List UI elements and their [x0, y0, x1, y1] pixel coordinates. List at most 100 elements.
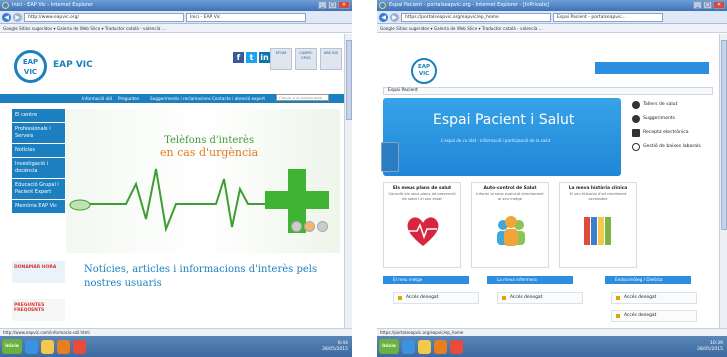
sidebar-item[interactable]: Notícies	[12, 144, 65, 158]
side-link-label: Tallers de salut	[643, 102, 678, 107]
minimize-button[interactable]: _	[318, 1, 327, 9]
key-icon	[398, 296, 402, 300]
slider-pause-button[interactable]	[304, 221, 315, 232]
slider-prev-button[interactable]	[291, 221, 302, 232]
title-bar: Inici - EAP Vic - Internet Explorer _ □ …	[0, 0, 352, 11]
address-bar[interactable]: https://portalseapvic.org/eapvic/ep_home	[401, 12, 551, 22]
back-button[interactable]: ◀	[379, 12, 388, 22]
clock-date: 28/05/2015	[322, 346, 348, 352]
item-label: Accés denegat	[406, 295, 439, 300]
banner-title: Espai Pacient i Salut	[433, 112, 575, 128]
side-link-baixes[interactable]: Gestió de baixes laborals	[631, 140, 717, 154]
card-clinical-history[interactable]: La meva història clínica El seu historia…	[559, 182, 637, 268]
sidebar-nav: El centre Professionals i Serveis Notíci…	[12, 109, 65, 214]
site-logo[interactable]: EAP VIC	[14, 50, 47, 83]
side-link-label: Gestió de baixes laborals	[643, 144, 701, 149]
vertical-scrollbar[interactable]	[344, 34, 352, 328]
faq-promo[interactable]: PREGUNTES FREQÜENTS	[12, 299, 65, 321]
page-viewport: EAP VIC Espai Pacient Espai Pacient i Sa…	[377, 34, 719, 328]
twitter-icon[interactable]: t	[246, 52, 257, 63]
close-button[interactable]: ✕	[338, 1, 350, 9]
binders-icon	[584, 217, 611, 245]
clock-time: 10:39	[710, 340, 723, 346]
vertical-scrollbar[interactable]	[719, 34, 727, 328]
section-my-doctor[interactable]: El meu metge	[383, 276, 469, 284]
menu-item[interactable]: Informació útil	[82, 94, 112, 103]
back-button[interactable]: ◀	[2, 12, 11, 22]
card-title: La meva història clínica	[568, 186, 628, 191]
window-controls: _ □ ✕	[318, 1, 350, 9]
minimize-button[interactable]: _	[693, 1, 702, 9]
card-title: Auto-control de Salut	[483, 186, 537, 191]
start-button[interactable]: Inicio	[379, 339, 399, 354]
slider-next-button[interactable]	[317, 221, 328, 232]
eapvic-browser-window: Inici - EAP Vic - Internet Explorer _ □ …	[0, 0, 352, 357]
address-bar[interactable]: http://www.eapvic.org/	[24, 12, 184, 22]
sidebar-item[interactable]: Professionals i Serveis	[12, 123, 65, 144]
slider-controls	[291, 221, 328, 232]
news-heading: Notícies, articles i informacions d'inte…	[84, 264, 318, 289]
forward-button[interactable]: ▶	[13, 12, 22, 22]
hero-title: Telèfons d'interès en cas d'urgència	[160, 135, 258, 159]
sidebar-item[interactable]: Educació Grupal i Pacient Expert	[12, 179, 65, 200]
chat-icon	[632, 115, 640, 123]
favorites-bar[interactable]: Google Sitios sugeridos ▾ Galería de Web…	[0, 24, 352, 33]
section-my-nurse[interactable]: La meva infermera	[487, 276, 573, 284]
start-button[interactable]: Inicio	[2, 339, 22, 354]
section-endocrinologist[interactable]: Endocrinòleg / Dietista	[605, 276, 691, 284]
breadcrumb[interactable]: Espai Pacient	[383, 87, 713, 95]
window-controls: _ □ ✕	[693, 1, 725, 9]
sidebar-item[interactable]: Investigació i docència	[12, 158, 65, 179]
maximize-button[interactable]: □	[328, 1, 337, 9]
forward-button[interactable]: ▶	[390, 12, 399, 22]
sidebar-item[interactable]: El centre	[12, 109, 65, 123]
linkedin-icon[interactable]: in	[259, 52, 270, 63]
browser-tab[interactable]: Espai Pacient - portalseapvic...	[553, 12, 663, 22]
folder-taskbar-icon[interactable]	[418, 339, 431, 354]
card-health-plans[interactable]: Els meus plans de salut Consulti els seu…	[383, 182, 461, 268]
app-taskbar-icon[interactable]	[73, 339, 86, 354]
system-clock: 8:44 28/05/2015	[322, 341, 348, 353]
appointment-promo[interactable]: DONAMAR HORA	[12, 261, 65, 283]
menu-item[interactable]: Suggeriments i reclamacions	[150, 94, 211, 103]
card-description: Informi la seva evolució directament al …	[476, 192, 544, 201]
favorites-bar[interactable]: Google Sitios sugeridos ▾ Galería de Web…	[377, 24, 727, 33]
site-header: EAP VIC EAP VIC f t in EFQM CAMFiC EPUS …	[0, 34, 344, 94]
sidebar-item[interactable]: Memòria EAP Vic	[12, 200, 65, 214]
ie-taskbar-icon[interactable]	[402, 339, 415, 354]
ie-taskbar-icon[interactable]	[25, 339, 38, 354]
media-taskbar-icon[interactable]	[57, 339, 70, 354]
hero-line2: en cas d'urgència	[160, 146, 259, 159]
menu-item[interactable]: Contacte i atenció expert	[212, 94, 265, 103]
ie-logo-icon	[379, 2, 386, 9]
browser-tab[interactable]: Inici - EAP Vic	[186, 12, 306, 22]
site-logo[interactable]: EAP VIC	[411, 58, 437, 84]
taskbar: Inicio 8:44 28/05/2015	[0, 336, 352, 357]
paperclip-icon	[632, 143, 640, 151]
media-taskbar-icon[interactable]	[434, 339, 447, 354]
app-taskbar-icon[interactable]	[450, 339, 463, 354]
card-description: Consulti els seus plans de prevenció de …	[388, 192, 456, 201]
status-bar: http://www.eapvic.com/informacio-util.ht…	[0, 328, 352, 336]
ie-logo-icon	[2, 2, 9, 9]
menu-item[interactable]: Preguntes	[118, 94, 139, 103]
close-button[interactable]: ✕	[713, 1, 725, 9]
key-icon	[616, 314, 620, 318]
item-label: Accés denegat	[510, 295, 543, 300]
side-link-suggeriments[interactable]: Suggeriments	[631, 112, 717, 126]
hero-slider[interactable]: Telèfons d'interès en cas d'urgència	[66, 109, 340, 253]
search-input[interactable]: Cercar a la nostra web	[276, 94, 329, 101]
facebook-icon[interactable]: f	[233, 52, 244, 63]
window-title: Inici - EAP Vic - Internet Explorer	[12, 2, 94, 8]
side-link-tallers[interactable]: Tallers de salut	[631, 98, 717, 112]
users-icon	[497, 216, 525, 246]
card-self-control[interactable]: Auto-control de Salut Informi la seva ev…	[471, 182, 549, 268]
maximize-button[interactable]: □	[703, 1, 712, 9]
site-name: EAP VIC	[53, 60, 93, 70]
folder-taskbar-icon[interactable]	[41, 339, 54, 354]
address-toolbar: ◀ ▶ https://portalseapvic.org/eapvic/ep_…	[377, 11, 727, 24]
user-menu-button[interactable]	[595, 62, 709, 74]
side-link-recepta[interactable]: Recepta electrònica	[631, 126, 717, 140]
item-label: Accés denegat	[624, 295, 657, 300]
access-denied-item: Accés denegat	[497, 292, 583, 304]
